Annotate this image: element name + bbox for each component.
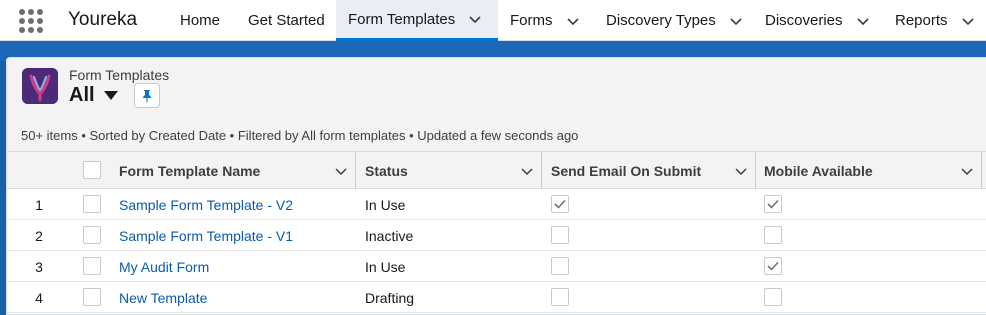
- column-header-mobile-available[interactable]: Mobile Available: [764, 152, 873, 189]
- status-value: In Use: [365, 196, 406, 213]
- column-divider[interactable]: [755, 152, 756, 189]
- nav-item-form-templates[interactable]: Form Templates: [336, 0, 498, 41]
- send-email-checkbox: [551, 257, 569, 275]
- table-row: 4 New Template Drafting: [7, 282, 986, 313]
- mobile-available-checkbox: [764, 257, 782, 275]
- pin-icon: [143, 89, 151, 103]
- nav-item-label: Discovery Types: [606, 12, 716, 29]
- column-divider[interactable]: [981, 152, 982, 189]
- checkmark-icon: [767, 261, 779, 271]
- status-value: Inactive: [365, 227, 414, 244]
- checkmark-icon: [554, 199, 566, 209]
- chevron-down-icon[interactable]: [960, 13, 976, 29]
- object-label: Form Templates: [69, 67, 170, 83]
- chevron-down-icon[interactable]: [467, 11, 483, 27]
- nav-item-discoveries[interactable]: Discoveries: [753, 0, 883, 41]
- table-row: 3 My Audit Form In Use: [7, 251, 986, 282]
- row-select-checkbox[interactable]: [83, 288, 101, 306]
- chevron-down-icon[interactable]: [734, 164, 748, 178]
- row-number: 3: [35, 258, 43, 275]
- column-header-send-email-on-submit[interactable]: Send Email On Submit: [551, 152, 701, 189]
- send-email-checkbox: [551, 195, 569, 213]
- app-name: Youreka: [68, 9, 138, 30]
- row-select-checkbox[interactable]: [83, 257, 101, 275]
- chevron-down-icon[interactable]: [565, 13, 581, 29]
- mobile-available-checkbox: [764, 195, 782, 213]
- table-header: Form Template Name Status Send Email On …: [7, 152, 986, 189]
- youreka-logo-icon: [22, 68, 58, 104]
- mobile-available-checkbox: [764, 226, 782, 244]
- column-divider[interactable]: [541, 152, 542, 189]
- global-nav: Youreka Home Get Started Form Templates …: [0, 0, 986, 41]
- nav-item-label: Discoveries: [765, 12, 843, 29]
- nav-item-home[interactable]: Home: [168, 0, 236, 41]
- list-view-switcher[interactable]: All: [69, 84, 118, 107]
- list-view-card: Form Templates All 50+ items • Sorted by…: [6, 57, 986, 315]
- chevron-down-icon[interactable]: [334, 164, 348, 178]
- table-row: 2 Sample Form Template - V1 Inactive: [7, 220, 986, 251]
- row-number: 2: [35, 227, 43, 244]
- chevron-down-icon[interactable]: [520, 164, 534, 178]
- list-view-header: Form Templates All 50+ items • Sorted by…: [7, 58, 986, 152]
- nav-item-forms[interactable]: Forms: [498, 0, 594, 41]
- column-divider[interactable]: [355, 152, 356, 189]
- column-header-status[interactable]: Status: [365, 152, 408, 189]
- checkmark-icon: [767, 199, 779, 209]
- form-template-link[interactable]: Sample Form Template - V2: [119, 197, 293, 213]
- form-template-link[interactable]: New Template: [119, 290, 207, 306]
- row-select-checkbox[interactable]: [83, 226, 101, 244]
- table-row: 1 Sample Form Template - V2 In Use: [7, 189, 986, 220]
- mobile-available-checkbox: [764, 288, 782, 306]
- chevron-down-icon[interactable]: [960, 164, 974, 178]
- select-all-checkbox[interactable]: [83, 161, 101, 179]
- nav-item-label: Home: [180, 12, 221, 29]
- nav-item-discovery-types[interactable]: Discovery Types: [594, 0, 753, 41]
- list-view-name: All: [69, 84, 95, 106]
- chevron-down-icon[interactable]: [855, 13, 871, 29]
- nav-item-label: Forms: [510, 12, 553, 29]
- nav-item-label: Get Started: [248, 12, 325, 29]
- nav-item-get-started[interactable]: Get Started: [236, 0, 336, 41]
- app-launcher-waffle-icon[interactable]: [19, 9, 45, 33]
- caret-down-icon[interactable]: [103, 91, 118, 100]
- send-email-checkbox: [551, 288, 569, 306]
- nav-item-label: Form Templates: [348, 10, 456, 28]
- nav-item-label: Reports: [895, 12, 948, 29]
- send-email-checkbox: [551, 226, 569, 244]
- list-status-text: 50+ items • Sorted by Created Date • Fil…: [21, 128, 579, 143]
- status-value: In Use: [365, 258, 406, 275]
- row-select-checkbox[interactable]: [83, 195, 101, 213]
- nav-item-reports[interactable]: Reports: [883, 0, 986, 41]
- row-number: 4: [35, 289, 43, 306]
- column-header-form-template-name[interactable]: Form Template Name: [119, 152, 260, 189]
- status-value: Drafting: [365, 289, 415, 306]
- form-template-link[interactable]: My Audit Form: [119, 259, 209, 275]
- row-number: 1: [35, 196, 43, 213]
- form-template-link[interactable]: Sample Form Template - V1: [119, 228, 293, 244]
- pin-list-view-button[interactable]: [134, 83, 160, 108]
- chevron-down-icon[interactable]: [728, 13, 744, 29]
